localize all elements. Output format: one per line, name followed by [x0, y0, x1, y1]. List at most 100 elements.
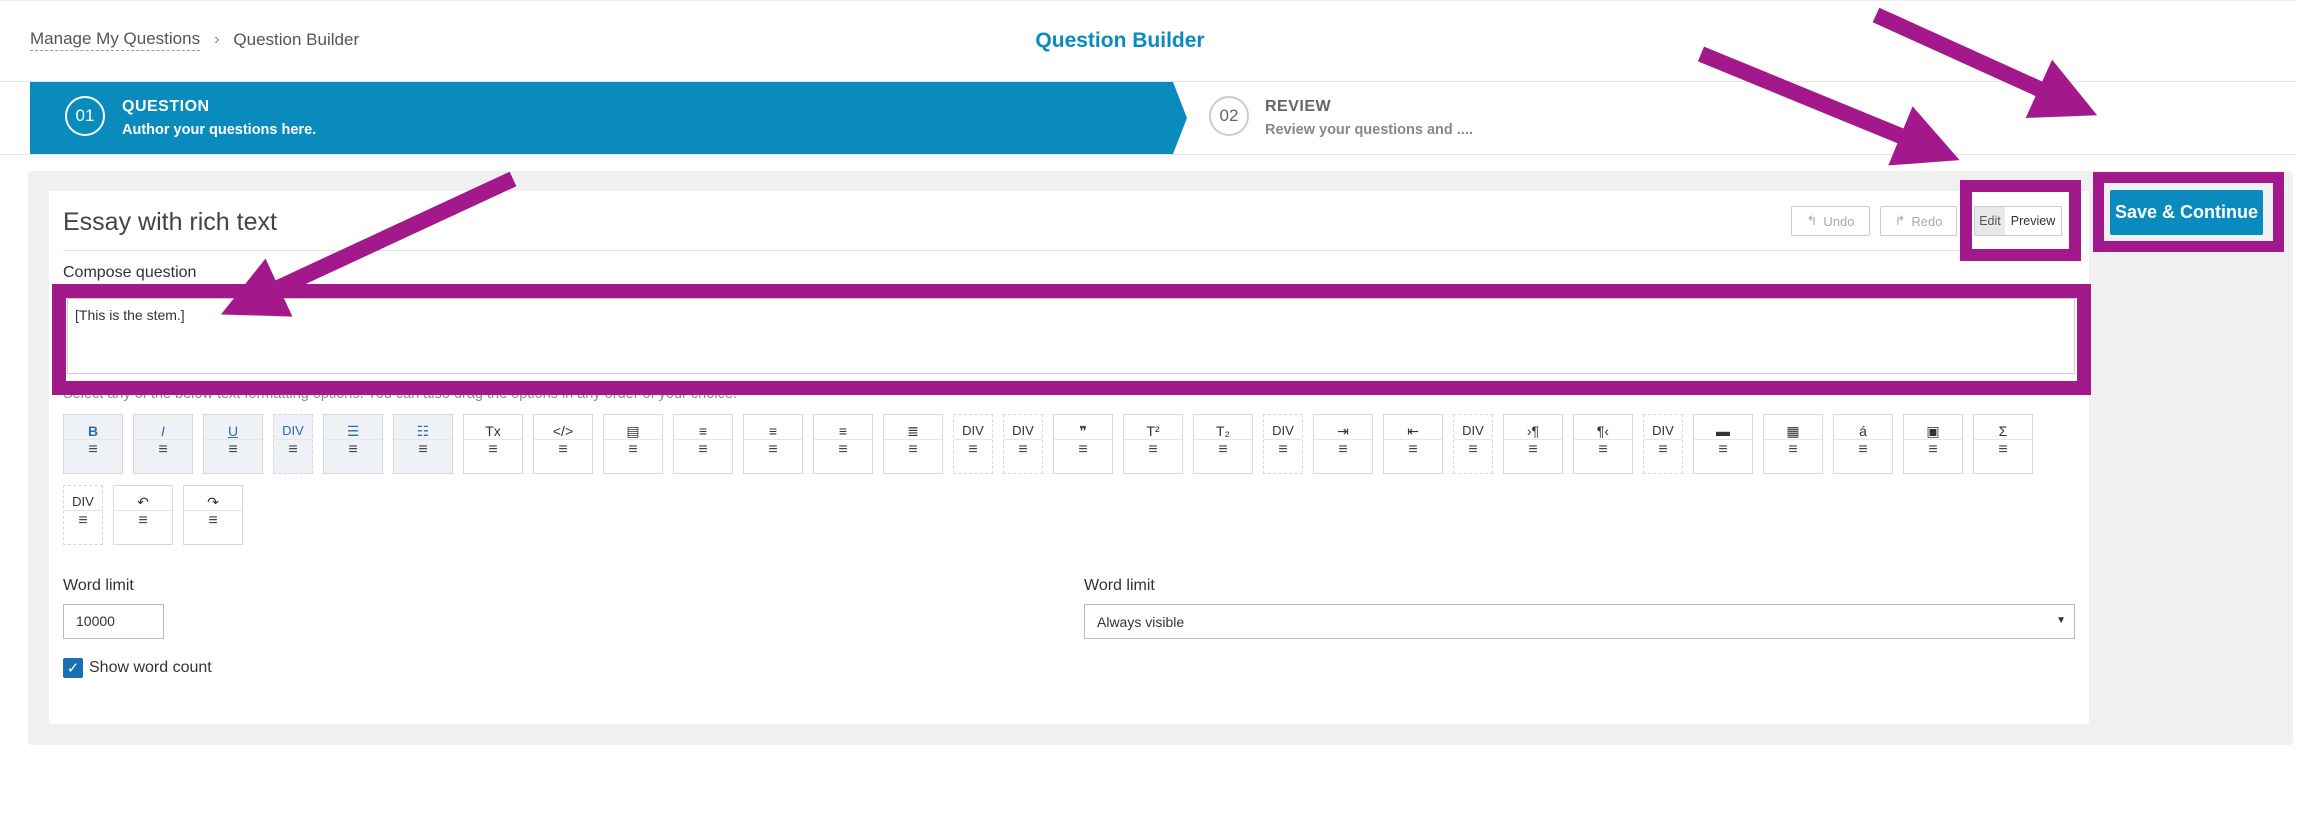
drag-handle-icon[interactable]: ≡	[184, 513, 242, 529]
caret-down-icon: ▼	[2056, 615, 2066, 626]
edit-mode-button[interactable]: Edit	[1975, 207, 2005, 235]
drag-handle-icon[interactable]: ≡	[1574, 442, 1632, 458]
drag-handle-icon[interactable]: ≡	[1124, 442, 1182, 458]
step-review[interactable]: 02 REVIEW Review your questions and ....	[1188, 82, 1888, 154]
div-icon: DIV	[1652, 423, 1674, 438]
drag-handle-icon[interactable]: ≡	[1454, 442, 1492, 458]
drag-handle-icon[interactable]: ≡	[1694, 442, 1752, 458]
tool-divider	[1314, 439, 1372, 440]
redo-button[interactable]: ↱ Redo	[1880, 206, 1957, 236]
tool-divider	[1834, 439, 1892, 440]
tool-align-justify[interactable]: ≣ ≡	[883, 414, 943, 474]
question-stem-editor[interactable]: [This is the stem.]	[67, 298, 2075, 374]
tool-divider	[1054, 439, 1112, 440]
tool-undo[interactable]: ↶ ≡	[113, 485, 173, 545]
undo-icon: ↰	[1806, 213, 1818, 228]
tool-divider	[1384, 439, 1442, 440]
drag-handle-icon[interactable]: ≡	[1834, 442, 1892, 458]
drag-handle-icon[interactable]: ≡	[1764, 442, 1822, 458]
word-limit-input[interactable]: 10000	[63, 604, 164, 639]
drag-handle-icon[interactable]: ≡	[1004, 442, 1042, 458]
ltr-icon: ›¶	[1526, 423, 1540, 439]
drag-handle-icon[interactable]: ≡	[1054, 442, 1112, 458]
drag-handle-icon[interactable]: ≡	[954, 442, 992, 458]
tool-divider	[1694, 439, 1752, 440]
save-continue-button[interactable]: Save & Continue	[2110, 190, 2263, 235]
rtl-icon: ¶‹	[1596, 423, 1610, 439]
show-word-count-label[interactable]: Show word count	[89, 659, 212, 677]
tool-div[interactable]: DIV ≡	[1263, 414, 1303, 474]
undo-button[interactable]: ↰ Undo	[1791, 206, 1870, 236]
drag-handle-icon[interactable]: ≡	[114, 513, 172, 529]
tool-special-char[interactable]: á ≡	[1833, 414, 1893, 474]
tool-code[interactable]: </> ≡	[533, 414, 593, 474]
drag-handle-icon[interactable]: ≡	[1384, 442, 1442, 458]
tool-bold[interactable]: B ≡	[63, 414, 123, 474]
tool-div[interactable]: DIV ≡	[1453, 414, 1493, 474]
drag-handle-icon[interactable]: ≡	[814, 442, 872, 458]
tool-clear-format[interactable]: Tx ≡	[463, 414, 523, 474]
div-icon: DIV	[1272, 423, 1294, 438]
drag-handle-icon[interactable]: ≡	[534, 442, 592, 458]
tool-divider	[1454, 439, 1492, 440]
drag-handle-icon[interactable]: ≡	[744, 442, 802, 458]
step-question[interactable]: 01 QUESTION Author your questions here.	[30, 82, 1173, 154]
drag-handle-icon[interactable]: ≡	[1504, 442, 1562, 458]
tool-div[interactable]: DIV ≡	[273, 414, 313, 474]
drag-handle-icon[interactable]: ≡	[324, 442, 382, 458]
tool-image[interactable]: ▣ ≡	[1903, 414, 1963, 474]
drag-handle-icon[interactable]: ≡	[604, 442, 662, 458]
drag-handle-icon[interactable]: ≡	[204, 442, 262, 458]
tool-italic[interactable]: I ≡	[133, 414, 193, 474]
drag-handle-icon[interactable]: ≡	[1194, 442, 1252, 458]
tool-bullet-list[interactable]: ☰ ≡	[323, 414, 383, 474]
tool-div[interactable]: DIV ≡	[1643, 414, 1683, 474]
preview-mode-button[interactable]: Preview	[2005, 207, 2061, 235]
drag-handle-icon[interactable]: ≡	[274, 442, 312, 458]
tool-ltr[interactable]: ›¶ ≡	[1503, 414, 1563, 474]
tool-outdent[interactable]: ⇤ ≡	[1383, 414, 1443, 474]
tool-divider	[1124, 439, 1182, 440]
tool-divider	[1644, 439, 1682, 440]
question-type-title: Essay with rich text	[63, 208, 277, 236]
tool-subscript[interactable]: T₂ ≡	[1193, 414, 1253, 474]
tool-math[interactable]: Σ ≡	[1973, 414, 2033, 474]
drag-handle-icon[interactable]: ≡	[674, 442, 732, 458]
show-word-count-checkbox[interactable]: ✓	[63, 658, 83, 678]
tool-redo[interactable]: ↷ ≡	[183, 485, 243, 545]
drag-handle-icon[interactable]: ≡	[1974, 442, 2032, 458]
drag-handle-icon[interactable]: ≡	[464, 442, 522, 458]
drag-handle-icon[interactable]: ≡	[64, 442, 122, 458]
tool-blockquote[interactable]: ❞ ≡	[1053, 414, 1113, 474]
drag-handle-icon[interactable]: ≡	[134, 442, 192, 458]
drag-handle-icon[interactable]: ≡	[1314, 442, 1372, 458]
checkmark-icon: ✓	[66, 660, 80, 677]
tool-div[interactable]: DIV ≡	[63, 485, 103, 545]
tool-superscript[interactable]: T² ≡	[1123, 414, 1183, 474]
drag-handle-icon[interactable]: ≡	[64, 513, 102, 529]
drag-handle-icon[interactable]: ≡	[1644, 442, 1682, 458]
tool-underline[interactable]: U ≡	[203, 414, 263, 474]
tool-table-simple[interactable]: ▤ ≡	[603, 414, 663, 474]
drag-handle-icon[interactable]: ≡	[1904, 442, 1962, 458]
code-icon: </>	[552, 423, 574, 439]
tool-table[interactable]: ▦ ≡	[1763, 414, 1823, 474]
div-icon: DIV	[1462, 423, 1484, 438]
word-limit-visibility-select[interactable]: Always visible ▼	[1084, 604, 2075, 639]
tool-divider	[1004, 439, 1042, 440]
drag-handle-icon[interactable]: ≡	[394, 442, 452, 458]
drag-handle-icon[interactable]: ≡	[884, 442, 942, 458]
tool-rtl[interactable]: ¶‹ ≡	[1573, 414, 1633, 474]
tool-indent[interactable]: ⇥ ≡	[1313, 414, 1373, 474]
select-value: Always visible	[1097, 614, 1185, 630]
compose-question-label: Compose question	[63, 264, 197, 281]
tool-align-center[interactable]: ≡ ≡	[743, 414, 803, 474]
tool-div[interactable]: DIV ≡	[953, 414, 993, 474]
div-icon: DIV	[1012, 423, 1034, 438]
tool-div[interactable]: DIV ≡	[1003, 414, 1043, 474]
tool-numbered-list[interactable]: ☷ ≡	[393, 414, 453, 474]
tool-align-left[interactable]: ≡ ≡	[673, 414, 733, 474]
tool-horizontal-rule[interactable]: ▬ ≡	[1693, 414, 1753, 474]
tool-align-right[interactable]: ≡ ≡	[813, 414, 873, 474]
drag-handle-icon[interactable]: ≡	[1264, 442, 1302, 458]
